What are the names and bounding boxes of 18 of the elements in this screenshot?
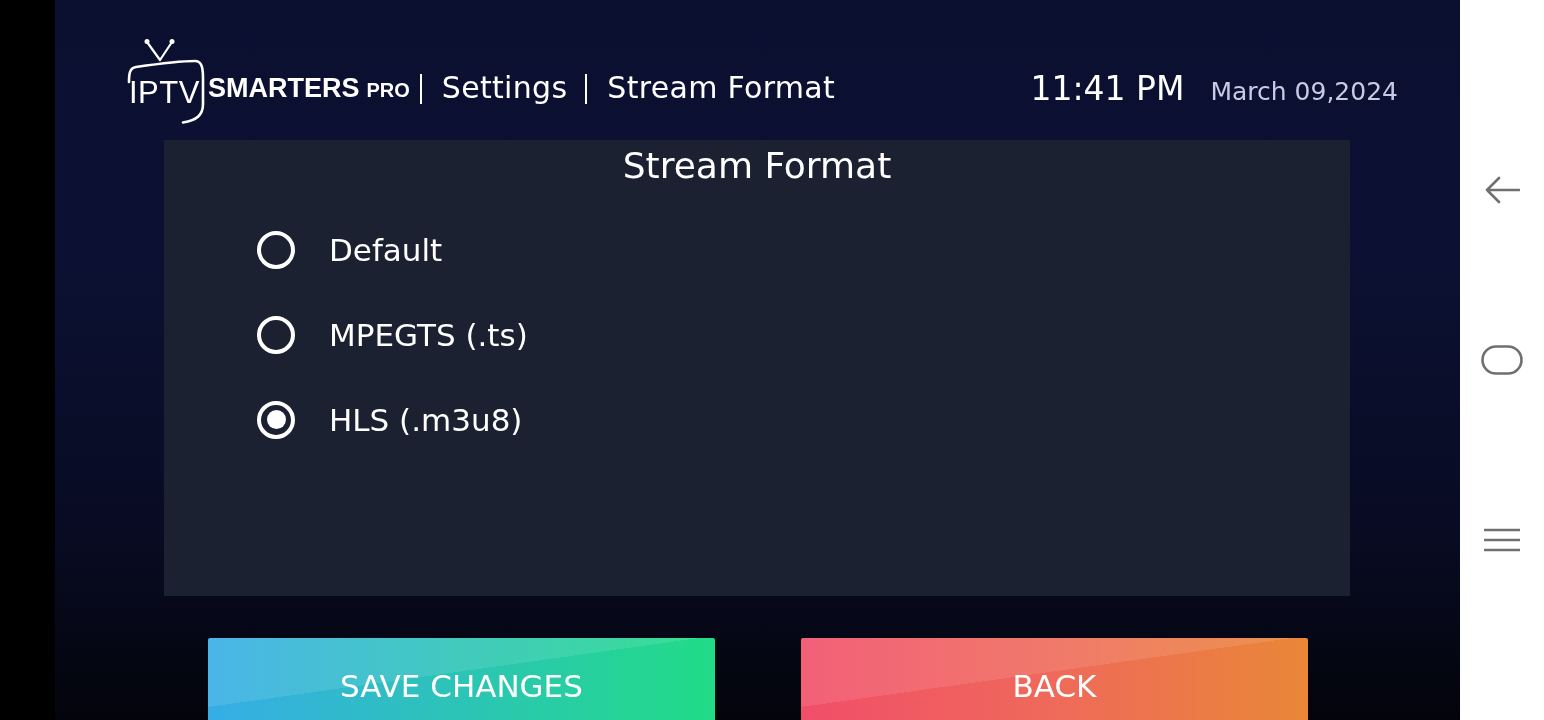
menu-icon[interactable] (1483, 528, 1521, 552)
radio-button[interactable] (257, 230, 295, 269)
panel-title: Stream Format (621, 144, 893, 188)
home-icon[interactable] (1481, 345, 1523, 375)
tv-outline-icon (127, 38, 205, 124)
option-label[interactable]: HLS (.m3u8) (329, 401, 523, 438)
brand-suffix: PRO (366, 77, 410, 102)
date-text: March 09,2024 (1210, 76, 1398, 106)
breadcrumb-item: Settings (441, 68, 568, 105)
option-label[interactable]: Default (329, 231, 443, 268)
back-arrow-icon[interactable] (1484, 175, 1520, 205)
radio-button[interactable] (257, 315, 295, 354)
option-label[interactable]: MPEGTS (.ts) (329, 316, 528, 353)
brand-name: SMARTERS (208, 71, 360, 104)
breadcrumb-item: Stream Format (607, 68, 835, 105)
radio-button[interactable] (257, 400, 295, 439)
clock-time: 11:41 PM (1030, 68, 1185, 108)
logo-text: IPTV (129, 77, 200, 109)
